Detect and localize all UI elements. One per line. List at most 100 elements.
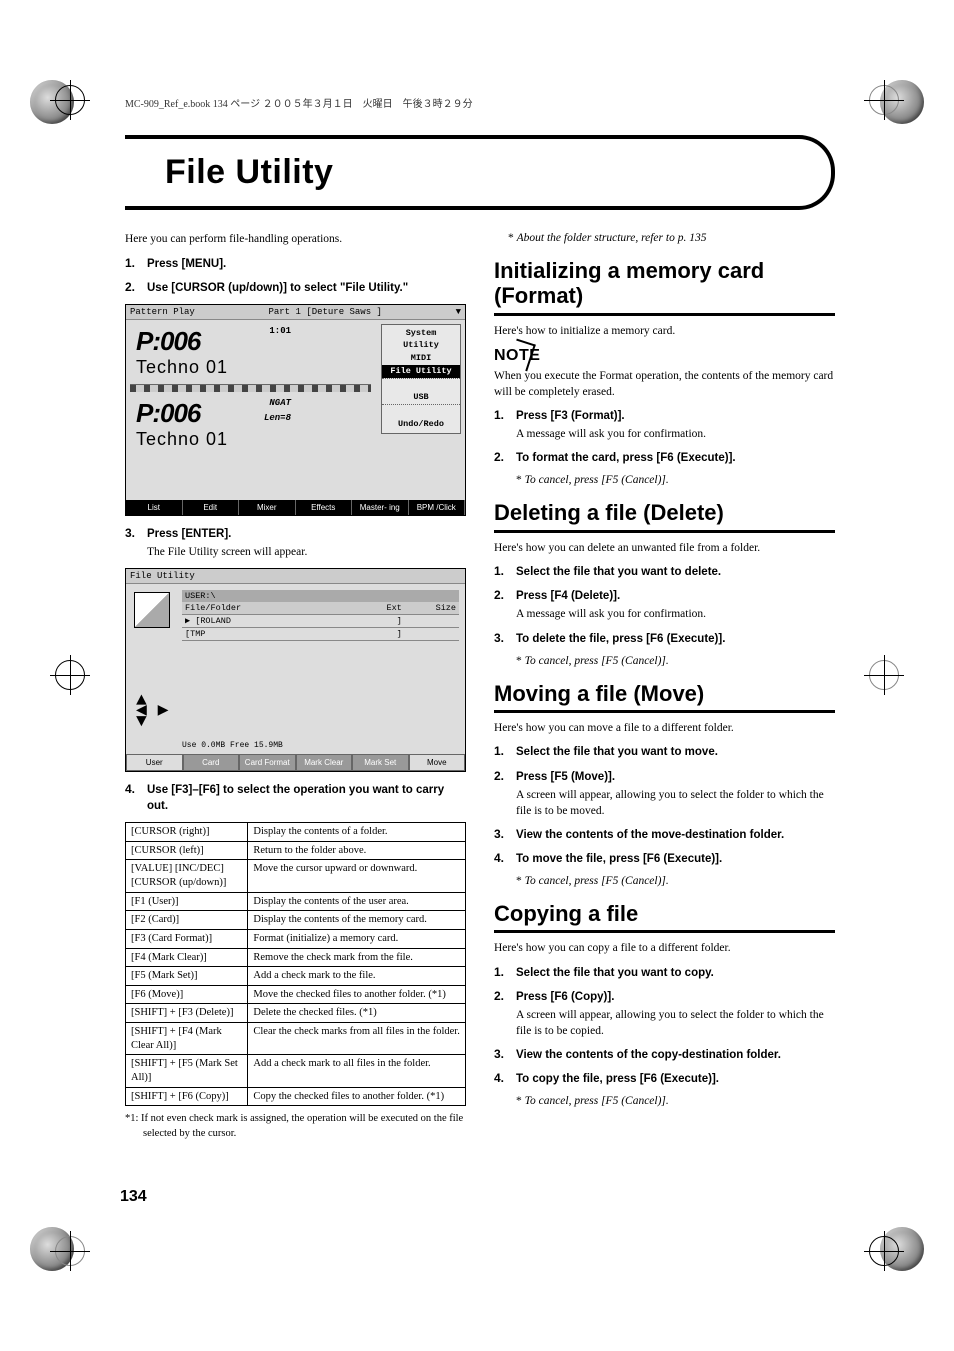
- table-cell: Delete the checked files. (*1): [248, 1004, 466, 1023]
- section-steps: 1.Select the file that you want to delet…: [494, 564, 835, 646]
- file-size: [402, 616, 456, 626]
- screen-subtitle: Part 1 [Deture Saws ]: [268, 307, 381, 317]
- step-num: 2.: [494, 588, 516, 622]
- bar-beat: 1:01: [269, 326, 291, 336]
- steps-select-op: 4. Use [F3]–[F6] to select the operation…: [125, 782, 466, 814]
- storage-status: Use 0.0MB Free 15.9MB: [182, 741, 283, 750]
- step-sub: The File Utility screen will appear.: [147, 544, 307, 560]
- step-num: 1.: [494, 965, 516, 981]
- table-row: [F6 (Move)]Move the checked files to ano…: [126, 985, 466, 1004]
- table-row: [CURSOR (right)]Display the contents of …: [126, 823, 466, 842]
- table-cell: [VALUE] [INC/DEC] [CURSOR (up/down)]: [126, 860, 248, 892]
- fkey: Move: [409, 754, 466, 771]
- steps-enter: 3. Press [ENTER]. The File Utility scree…: [125, 526, 466, 560]
- section-intro: Here's how to initialize a memory card.: [494, 324, 835, 340]
- pattern-code: P:006: [136, 398, 200, 428]
- table-row: [VALUE] [INC/DEC] [CURSOR (up/down)]Move…: [126, 860, 466, 892]
- file-ext: ]: [348, 616, 402, 626]
- table-cell: [SHIFT] + [F6 (Copy)]: [126, 1087, 248, 1106]
- pattern-play-screenshot: Pattern Play Part 1 [Deture Saws ] ▼ Sys…: [125, 304, 466, 516]
- section-steps: 1.Select the file that you want to move.…: [494, 744, 835, 867]
- step-text: Press [F6 (Copy)].: [516, 991, 614, 1003]
- fkey: Mark Clear: [296, 754, 353, 771]
- table-cell: Remove the check mark from the file.: [248, 948, 466, 967]
- fkey: BPM /Click: [409, 500, 466, 515]
- chapter-title: File Utility: [165, 153, 801, 192]
- col-header: Size: [402, 603, 456, 613]
- fkey-strip: List Edit Mixer Effects Master- ing BPM …: [126, 500, 465, 515]
- step-num: 4.: [125, 782, 147, 814]
- table-cell: Copy the checked files to another folder…: [248, 1087, 466, 1106]
- fkey: List: [126, 500, 183, 515]
- fkey: Card Format: [239, 754, 296, 771]
- section-intro: Here's how you can delete an unwanted fi…: [494, 541, 835, 557]
- right-column: About the folder structure, refer to p. …: [494, 228, 835, 1141]
- chapter-title-frame: File Utility: [125, 135, 835, 210]
- gate-label: NGAT: [269, 398, 291, 408]
- section-intro: Here's how you can copy a file to a diff…: [494, 941, 835, 957]
- step-text: Press [F4 (Delete)].: [516, 590, 620, 602]
- cancel-note: To cancel, press [F5 (Cancel)].: [516, 1095, 835, 1107]
- table-cell: Display the contents of the user area.: [248, 892, 466, 911]
- step-num: 3.: [494, 1047, 516, 1063]
- path-label: USER:\: [182, 590, 459, 602]
- step-num: 1.: [494, 408, 516, 442]
- registration-mark: [869, 660, 899, 690]
- file-name: [TMP: [185, 629, 348, 639]
- menu-item: Utility: [382, 339, 460, 352]
- table-row: [SHIFT] + [F6 (Copy)]Copy the checked fi…: [126, 1087, 466, 1106]
- note-text: When you execute the Format operation, t…: [494, 369, 835, 400]
- step-text: To copy the file, press [F6 (Execute)].: [516, 1073, 719, 1085]
- table-cell: Move the checked files to another folder…: [248, 985, 466, 1004]
- menu-item: USB: [382, 391, 460, 404]
- file-utility-screenshot: File Utility ▲◀ ▶▼ USER:\ File/Folder Ex…: [125, 568, 466, 772]
- note-icon: NOTE: [494, 347, 540, 365]
- disk-icon: [134, 592, 170, 628]
- file-page-meta: MC-909_Ref_e.book 134 ページ ２００５年３月１日 火曜日 …: [125, 95, 473, 110]
- file-listing: USER:\ File/Folder Ext Size ▶ [ROLAND ]: [182, 590, 459, 641]
- table-footnote: *1: If not even check mark is assigned, …: [143, 1112, 466, 1140]
- fkey: Edit: [183, 500, 240, 515]
- fkey: Card: [183, 754, 240, 771]
- step-text: Select the file that you want to move.: [516, 746, 718, 758]
- table-cell: [CURSOR (left)]: [126, 841, 248, 860]
- step-text: Press [F3 (Format)].: [516, 410, 625, 422]
- section-heading: Moving a file (Move): [494, 681, 835, 713]
- step-text: Press [MENU].: [147, 256, 226, 272]
- pattern-name: Techno 01: [136, 357, 228, 377]
- registration-mark: [55, 85, 85, 115]
- table-cell: Return to the folder above.: [248, 841, 466, 860]
- step-text: Select the file that you want to copy.: [516, 967, 714, 979]
- table-row: [F4 (Mark Clear)]Remove the check mark f…: [126, 948, 466, 967]
- step-text: Use [F3]–[F6] to select the operation yo…: [147, 782, 466, 814]
- fkey: Mark Set: [352, 754, 409, 771]
- pattern-code: P:006: [136, 326, 200, 356]
- operations-table: [CURSOR (right)]Display the contents of …: [125, 822, 466, 1106]
- length-label: Len=8: [264, 413, 291, 423]
- step-num: 3.: [494, 827, 516, 843]
- step-text: To move the file, press [F6 (Execute)].: [516, 853, 722, 865]
- step-num: 4.: [494, 851, 516, 867]
- system-menu: System Utility MIDI File Utility USB Und…: [381, 324, 461, 434]
- registration-mark: [55, 1236, 85, 1266]
- step-num: 2.: [494, 450, 516, 466]
- step-num: 1.: [494, 564, 516, 580]
- menu-item: Undo/Redo: [382, 418, 460, 431]
- step-num: 2.: [494, 989, 516, 1039]
- registration-mark: [869, 1236, 899, 1266]
- step-num: 1.: [125, 256, 147, 272]
- table-cell: [F5 (Mark Set)]: [126, 967, 248, 986]
- step-num: 2.: [125, 280, 147, 296]
- step-text: View the contents of the move-destinatio…: [516, 829, 784, 841]
- table-cell: Display the contents of the memory card.: [248, 911, 466, 930]
- table-row: [F3 (Card Format)]Format (initialize) a …: [126, 929, 466, 948]
- table-cell: [F3 (Card Format)]: [126, 929, 248, 948]
- table-cell: [F6 (Move)]: [126, 985, 248, 1004]
- step-sub: A message will ask you for confirmation.: [516, 426, 706, 442]
- table-row: [SHIFT] + [F4 (Mark Clear All)]Clear the…: [126, 1023, 466, 1055]
- menu-divider: [382, 378, 460, 392]
- pattern-name: Techno 01: [136, 429, 228, 449]
- table-cell: Format (initialize) a memory card.: [248, 929, 466, 948]
- intro-text: Here you can perform file-handling opera…: [125, 232, 466, 248]
- fkey: Mixer: [239, 500, 296, 515]
